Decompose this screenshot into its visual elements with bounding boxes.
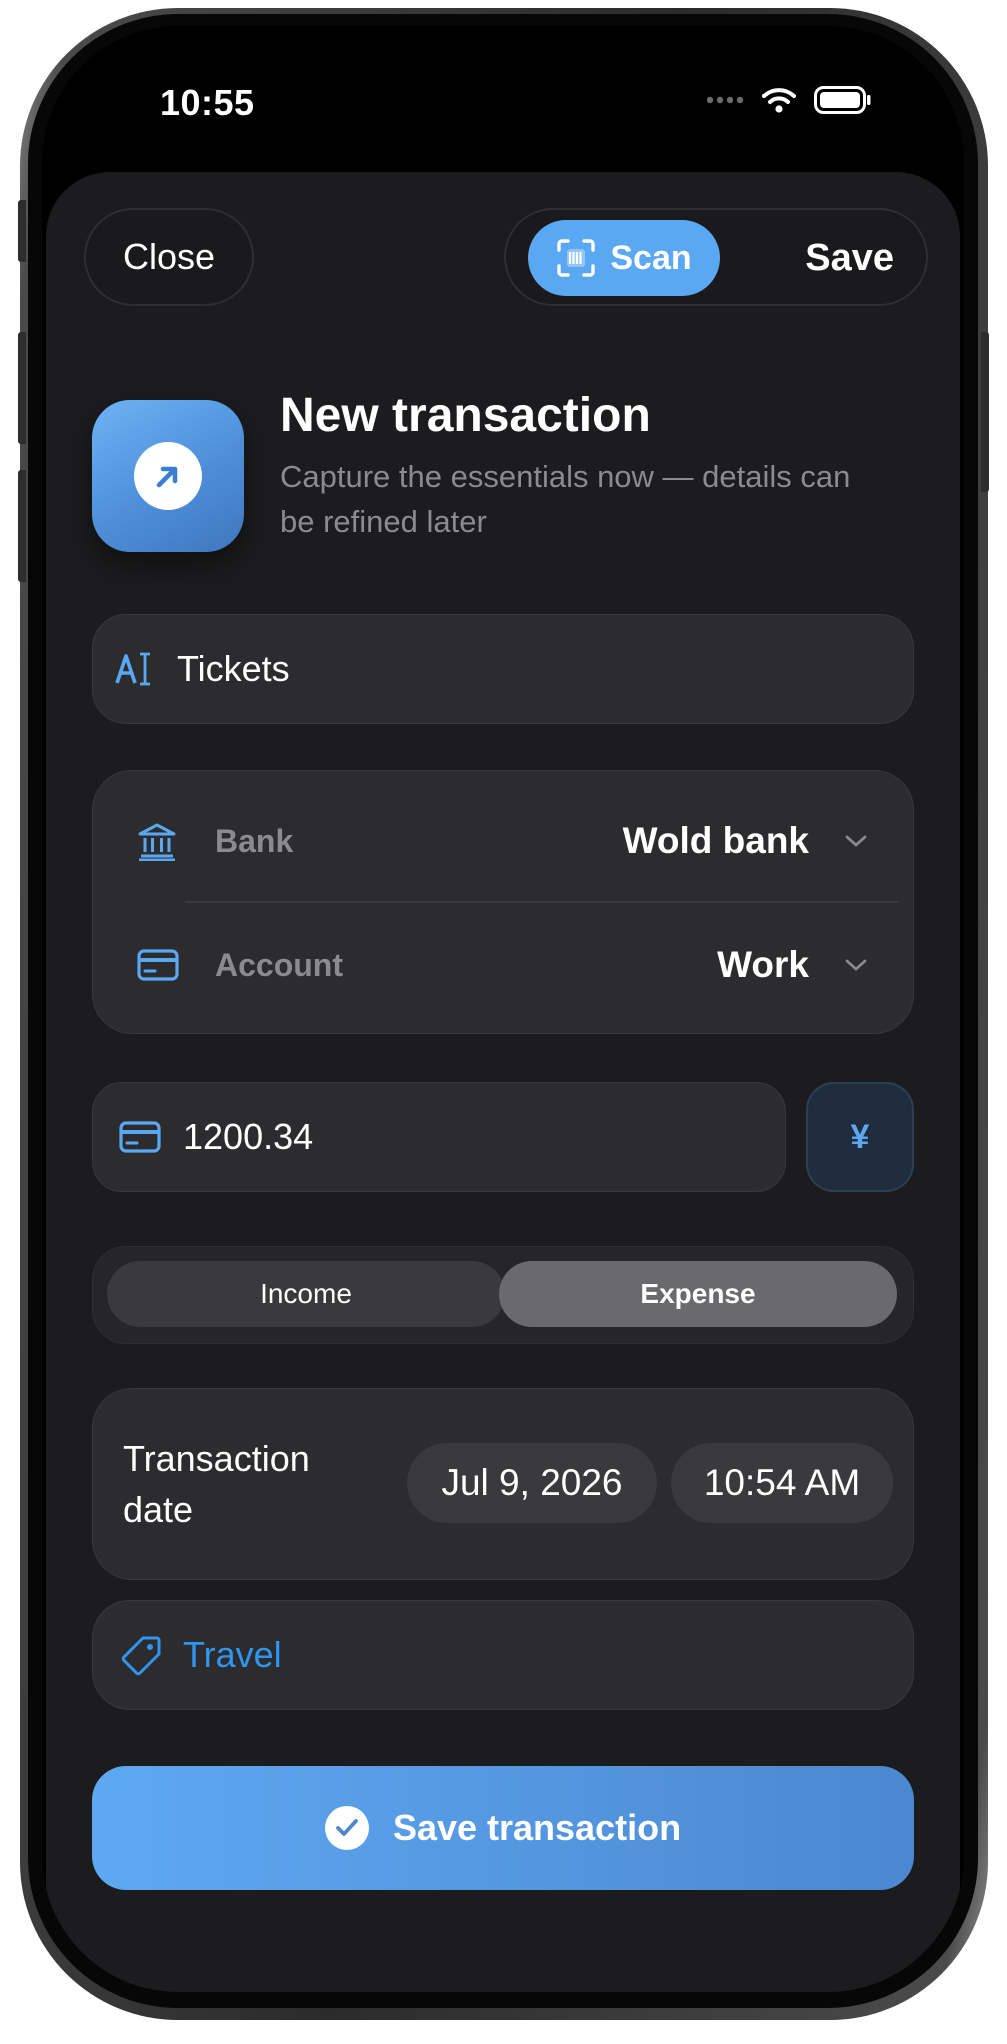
account-value: Work xyxy=(717,944,809,985)
chevron-down-icon xyxy=(845,959,867,971)
transaction-date-label: Transaction date xyxy=(123,1438,310,1530)
transaction-app-icon xyxy=(92,400,244,552)
arrow-circle xyxy=(134,442,202,510)
tag-icon xyxy=(121,1636,161,1676)
transaction-date-card: Transaction date Jul 9, 2026 10:54 AM xyxy=(92,1388,914,1580)
bank-row[interactable]: Bank Wold bank xyxy=(93,781,913,901)
power-button xyxy=(981,332,989,492)
checkmark-icon xyxy=(336,1819,358,1836)
text-cursor-icon xyxy=(115,652,150,686)
card-icon xyxy=(119,1121,161,1153)
amount-value: 1200.34 xyxy=(183,1116,314,1157)
barcode-scan-icon xyxy=(557,239,596,277)
transaction-type-segmented-control: Income Expense xyxy=(92,1246,914,1344)
account-row[interactable]: Account Work xyxy=(93,905,913,1025)
amount-field[interactable]: 1200.34 xyxy=(92,1082,786,1192)
volume-down-button xyxy=(18,470,26,582)
wifi-icon xyxy=(762,88,796,113)
card-divider xyxy=(185,901,899,903)
category-tag-field[interactable]: Travel xyxy=(92,1600,914,1710)
save-transaction-button[interactable]: Save transaction xyxy=(92,1766,914,1890)
bank-value: Wold bank xyxy=(622,820,809,861)
signal-icon xyxy=(706,96,744,104)
volume-up-button xyxy=(18,332,26,444)
time-picker-chip[interactable]: 10:54 AM xyxy=(671,1443,893,1523)
status-time: 10:55 xyxy=(160,82,255,123)
page-subtitle: Capture the essentials now — details can… xyxy=(280,459,851,539)
chevron-down-icon xyxy=(845,835,867,847)
account-label: Account xyxy=(215,946,343,983)
segment-income[interactable]: Income xyxy=(107,1261,505,1327)
card-icon xyxy=(137,949,179,981)
page-title: New transaction xyxy=(280,389,651,442)
save-button[interactable]: Save xyxy=(805,210,894,306)
bank-icon xyxy=(138,823,176,861)
scan-label: Scan xyxy=(610,238,692,277)
battery-icon xyxy=(814,86,871,114)
checkmark-circle-icon xyxy=(324,1806,369,1850)
account-selection-card: Bank Wold bank Account Work xyxy=(92,770,914,1034)
new-transaction-sheet: Close Scan Save New transaction Capture … xyxy=(46,172,960,1992)
date-picker-chip[interactable]: Jul 9, 2026 xyxy=(407,1443,657,1523)
transaction-name-field[interactable]: Tickets xyxy=(92,614,914,724)
screen: 10:55 Close Scan Save New transaction Ca… xyxy=(42,26,964,1992)
status-icons xyxy=(706,86,872,114)
currency-button[interactable]: ¥ xyxy=(806,1082,914,1192)
bank-label: Bank xyxy=(215,822,294,859)
save-transaction-label: Save transaction xyxy=(392,1807,682,1848)
category-value: Travel xyxy=(183,1634,282,1675)
segment-expense[interactable]: Expense xyxy=(499,1261,897,1327)
close-button[interactable]: Close xyxy=(84,208,254,306)
toolbar-action-group: Scan Save xyxy=(504,208,928,306)
arrow-up-right-icon xyxy=(156,466,178,488)
action-button xyxy=(18,200,26,262)
transaction-name-value: Tickets xyxy=(177,648,290,689)
scan-button[interactable]: Scan xyxy=(528,220,720,296)
